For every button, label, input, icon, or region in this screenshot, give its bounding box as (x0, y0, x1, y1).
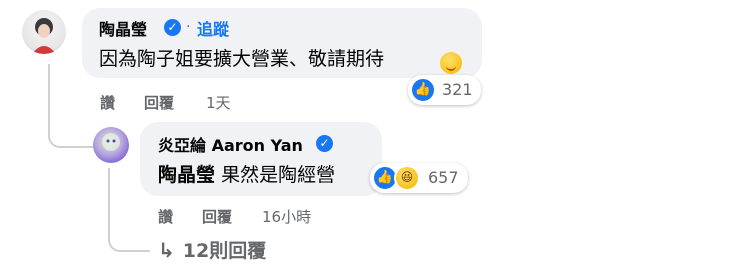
thread-line (48, 64, 96, 148)
verified-badge-icon: ✓ (316, 135, 333, 152)
reply-text: 果然是陶經營 (221, 164, 336, 186)
view-more-replies-button[interactable]: ↳ 12則回覆 (158, 236, 266, 263)
reply-timestamp[interactable]: 16小時 (262, 206, 311, 227)
avatar-replier[interactable] (93, 127, 129, 163)
like-button[interactable]: 讚 (158, 206, 173, 227)
follow-link[interactable]: 追蹤 (197, 16, 229, 40)
separator-dot: · (186, 19, 191, 35)
reply-button[interactable]: 回覆 (202, 206, 232, 227)
reaction-summary[interactable]: 👍 321 (408, 75, 481, 105)
grin-emoji-icon (440, 52, 462, 74)
comment-text: 因為陶子姐要擴大營業、敬請期待 (99, 48, 385, 70)
reply-button[interactable]: 回覆 (144, 92, 174, 113)
mention-link[interactable]: 陶晶瑩 (158, 164, 215, 186)
like-button[interactable]: 讚 (100, 92, 115, 113)
reply-arrow-icon: ↳ (158, 238, 175, 262)
verified-badge-icon: ✓ (164, 19, 181, 36)
more-replies-label: 12則回覆 (182, 240, 267, 262)
comment-timestamp[interactable]: 1天 (206, 92, 231, 113)
avatar-commenter[interactable] (22, 10, 66, 54)
avatar-portrait (32, 18, 56, 54)
comment-author-name[interactable]: 陶晶瑩 (99, 16, 147, 40)
reaction-summary-reply[interactable]: 👍 😆 657 (370, 163, 468, 193)
like-reaction-icon: 👍 (410, 77, 436, 103)
reply-text-line: 陶晶瑩 果然是陶經營 (158, 160, 335, 187)
reaction-count: 321 (442, 80, 473, 99)
reply-author-name[interactable]: 炎亞綸 Aaron Yan (158, 132, 303, 156)
reaction-count: 657 (428, 168, 459, 187)
haha-reaction-icon: 😆 (394, 165, 420, 191)
avatar-portrait (102, 133, 120, 151)
